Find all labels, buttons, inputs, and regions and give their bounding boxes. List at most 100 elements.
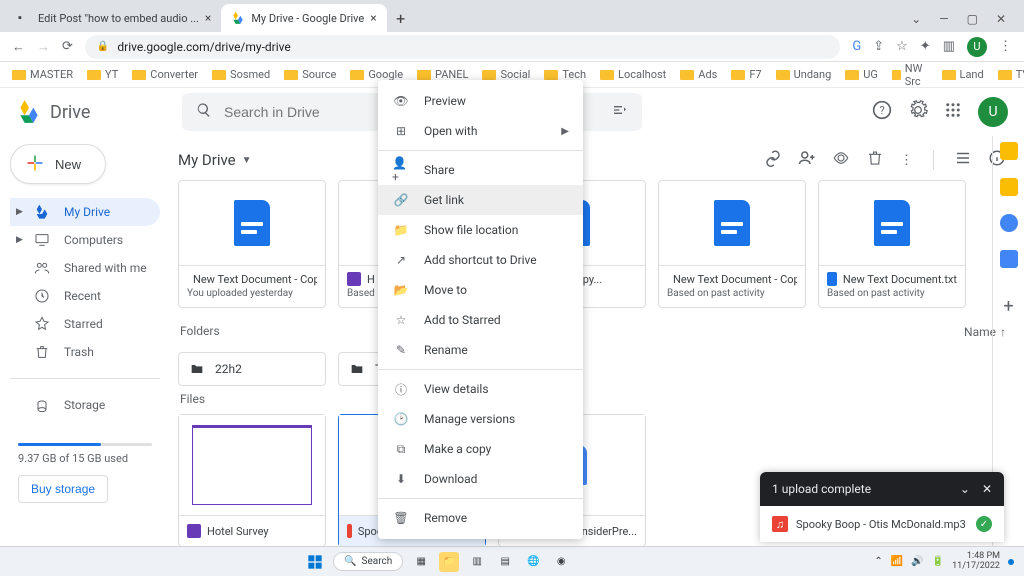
sidebar-item-recent[interactable]: Recent	[10, 282, 160, 310]
keep-icon[interactable]	[1000, 178, 1018, 196]
calendar-icon[interactable]	[1000, 142, 1018, 160]
browser-tab[interactable]: My Drive - Google Drive ×	[221, 4, 386, 32]
drive-logo[interactable]: Drive	[16, 99, 166, 125]
sidebar-item-my-drive[interactable]: ▶My Drive	[10, 198, 160, 226]
profile-avatar[interactable]: U	[967, 37, 987, 57]
explorer-icon[interactable]: 📁	[439, 552, 459, 572]
chevron-right-icon[interactable]: ▶	[16, 207, 23, 217]
notification-dot[interactable]	[1008, 559, 1014, 565]
share-icon[interactable]: ⇪	[873, 39, 884, 54]
minimize-icon[interactable]: —	[939, 12, 948, 26]
apps-icon[interactable]	[944, 101, 962, 123]
sidebar-item-shared-with-me[interactable]: Shared with me	[10, 254, 160, 282]
ctx-make-a-copy[interactable]: ⧉Make a copy	[378, 434, 583, 464]
bookmark-item[interactable]: NW Src	[892, 62, 928, 88]
bookmark-item[interactable]: Source	[284, 68, 336, 81]
ctx-move-to[interactable]: 📂Move to	[378, 275, 583, 305]
ctx-preview[interactable]: 👁Preview	[378, 86, 583, 116]
url-field[interactable]: 🔒 drive.google.com/drive/my-drive	[85, 35, 840, 59]
extensions-icon[interactable]: ✦	[920, 39, 931, 54]
bookmark-item[interactable]: UG	[845, 68, 878, 81]
list-view-icon[interactable]	[954, 149, 972, 171]
bookmark-item[interactable]: Undang	[776, 68, 832, 81]
close-window-icon[interactable]: ✕	[996, 12, 1006, 26]
sidebar-item-trash[interactable]: Trash	[10, 338, 160, 366]
ctx-download[interactable]: ⬇Download	[378, 464, 583, 494]
ctx-open-with[interactable]: ⊞Open with▶	[378, 116, 583, 146]
maximize-icon[interactable]: ▢	[967, 12, 978, 26]
sidebar-item-computers[interactable]: ▶Computers	[10, 226, 160, 254]
ctx-add-to-starred[interactable]: ☆Add to Starred	[378, 305, 583, 335]
edge-icon[interactable]: 🌐	[523, 552, 543, 572]
chevron-down-icon[interactable]: ⌄	[911, 12, 921, 26]
account-avatar[interactable]: U	[978, 97, 1008, 127]
bookmark-item[interactable]: Land	[942, 68, 984, 81]
bookmark-item[interactable]: F7	[731, 68, 761, 81]
ctx-get-link[interactable]: 🔗Get link	[378, 185, 583, 215]
browser-tab[interactable]: ▪ Edit Post "how to embed audio ... ×	[8, 4, 221, 32]
chevron-down-icon[interactable]: ⌄	[960, 482, 970, 496]
close-icon[interactable]: ×	[370, 11, 376, 25]
bookmark-item[interactable]: Ads	[680, 68, 717, 81]
contacts-icon[interactable]	[1000, 250, 1018, 268]
reading-list-icon[interactable]: ▥	[943, 39, 955, 54]
sidebar-item-starred[interactable]: Starred	[10, 310, 160, 338]
breadcrumb[interactable]: My Drive ▼	[178, 151, 252, 169]
tray-chevron-icon[interactable]: ⌃	[874, 556, 882, 567]
bookmark-item[interactable]: MASTER	[12, 68, 73, 81]
tasks-icon[interactable]	[1000, 214, 1018, 232]
folder-icon	[544, 70, 558, 80]
link-icon[interactable]	[764, 149, 782, 171]
wifi-icon[interactable]: 📶	[891, 556, 903, 567]
clock[interactable]: 1:48 PM 11/17/2022	[952, 552, 1000, 572]
help-icon[interactable]: ?	[872, 100, 892, 124]
ctx-remove[interactable]: 🗑Remove	[378, 503, 583, 533]
app-icon[interactable]: ▤	[495, 552, 515, 572]
chevron-right-icon[interactable]: ▶	[16, 235, 23, 245]
start-icon[interactable]	[305, 552, 325, 572]
add-panel-icon[interactable]: +	[1003, 296, 1013, 317]
gear-icon[interactable]	[908, 100, 928, 124]
bookmark-item[interactable]: Sosmed	[212, 68, 270, 81]
suggested-card[interactable]: New Text Document - Copy...Based on past…	[658, 180, 806, 308]
new-tab-button[interactable]: +	[387, 4, 415, 32]
bookmark-item[interactable]: Converter	[132, 68, 198, 81]
ctx-add-shortcut-to-drive[interactable]: ↗Add shortcut to Drive	[378, 245, 583, 275]
favicon: ▪	[18, 11, 32, 25]
close-icon[interactable]: ✕	[982, 482, 992, 496]
taskbar-search[interactable]: 🔍 Search	[333, 552, 403, 571]
folder-item[interactable]: 22h2	[178, 352, 326, 386]
star-icon[interactable]: ☆	[896, 39, 908, 54]
new-button[interactable]: New	[10, 144, 106, 184]
tune-icon[interactable]	[612, 102, 628, 122]
reload-button[interactable]: ⟳	[62, 39, 73, 54]
sidebar-item-storage[interactable]: Storage	[10, 391, 160, 419]
suggested-card[interactable]: New Text Document - Copy...You uploaded …	[178, 180, 326, 308]
ctx-show-file-location[interactable]: 📁Show file location	[378, 215, 583, 245]
forward-button[interactable]: →	[37, 39, 50, 55]
kebab-icon[interactable]: ⋮	[999, 39, 1012, 54]
ctx-view-details[interactable]: ⓘView details	[378, 374, 583, 404]
close-icon[interactable]: ×	[205, 11, 211, 25]
back-button[interactable]: ←	[12, 39, 25, 55]
chrome-icon[interactable]: ◉	[551, 552, 571, 572]
svg-text:?: ?	[879, 104, 884, 117]
person-add-icon[interactable]	[798, 149, 816, 171]
ctx-share[interactable]: 👤+Share	[378, 155, 583, 185]
bookmark-item[interactable]: Localhost	[600, 68, 666, 81]
buy-storage-button[interactable]: Buy storage	[18, 475, 108, 503]
app-icon[interactable]: ▥	[467, 552, 487, 572]
suggested-card[interactable]: New Text Document.txtBased on past activ…	[818, 180, 966, 308]
ctx-rename[interactable]: ✎Rename	[378, 335, 583, 365]
ctx-manage-versions[interactable]: 🕑Manage versions	[378, 404, 583, 434]
trash-icon[interactable]	[866, 149, 884, 171]
volume-icon[interactable]: 🔊	[911, 556, 923, 567]
google-icon[interactable]: G	[852, 39, 861, 54]
bookmark-item[interactable]: YT	[87, 68, 118, 81]
battery-icon[interactable]: 🔋	[932, 556, 944, 567]
bookmark-item[interactable]: TV	[998, 68, 1024, 81]
eye-icon[interactable]	[832, 149, 850, 171]
file-card[interactable]: Hotel Survey	[178, 414, 326, 546]
task-view-icon[interactable]: ▦	[411, 552, 431, 572]
kebab-icon[interactable]: ⋮	[900, 153, 913, 168]
